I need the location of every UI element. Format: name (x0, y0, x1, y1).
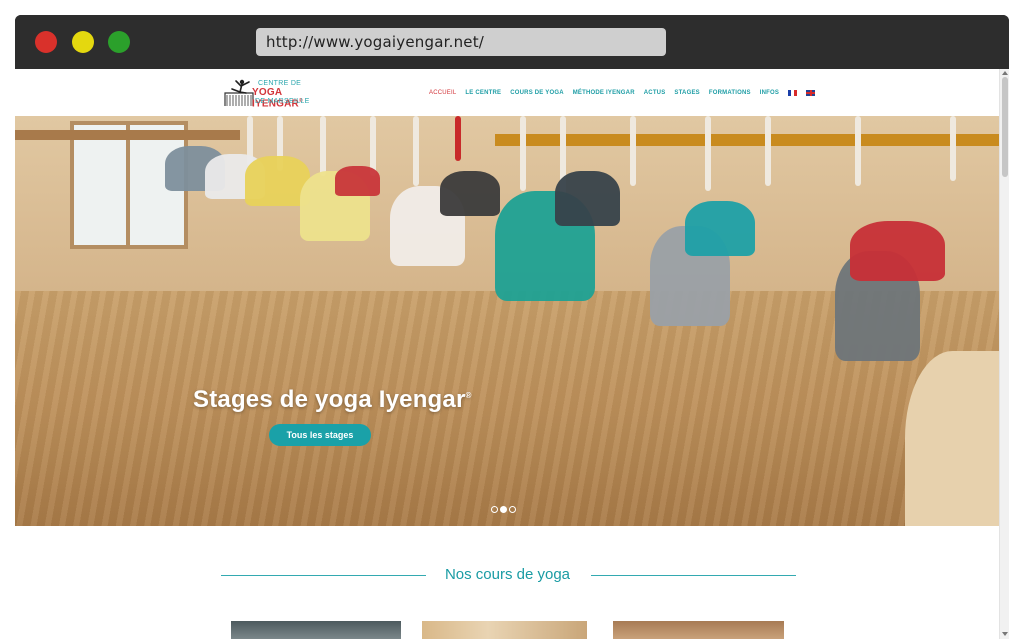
hero-image-rope (705, 116, 711, 191)
scrollbar-thumb[interactable] (1002, 77, 1008, 177)
browser-toolbar: http://www.yogaiyengar.net/ (15, 15, 1009, 69)
hero-image-person (440, 171, 500, 216)
site-header: CENTRE DE YOGA IYENGAR® DE MARSEILLE ACC… (15, 69, 1000, 116)
course-card-image-3[interactable] (613, 621, 784, 639)
site-logo[interactable]: CENTRE DE YOGA IYENGAR® DE MARSEILLE (222, 79, 332, 109)
minimize-window-button[interactable] (72, 31, 94, 53)
nav-item-le-centre[interactable]: LE CENTRE (465, 90, 501, 96)
section-title: Nos cours de yoga (444, 566, 571, 583)
logo-line-1: CENTRE DE (258, 80, 302, 87)
hero-image-person (555, 171, 620, 226)
page-scrollbar[interactable] (999, 69, 1009, 639)
hero-image-rope (320, 116, 326, 176)
nav-item-stages[interactable]: STAGES (674, 90, 699, 96)
hero-image-shelf (15, 130, 240, 140)
hero-image-rope (630, 116, 636, 186)
uk-flag-icon[interactable] (806, 90, 816, 96)
hero-image-rope (520, 116, 526, 191)
hero-image-rope (765, 116, 771, 186)
hero-image-rope (950, 116, 956, 181)
hero-image-person (335, 166, 380, 196)
nav-item-infos[interactable]: INFOS (760, 90, 779, 96)
nav-item-actus[interactable]: ACTUS (644, 90, 666, 96)
close-window-button[interactable] (35, 31, 57, 53)
main-nav: ACCUEIL LE CENTRE COURS DE YOGA MÉTHODE … (429, 87, 816, 99)
hero-image-wall-bar (495, 134, 1000, 146)
section-divider-right (591, 575, 796, 576)
maximize-window-button[interactable] (108, 31, 130, 53)
slider-dot-3[interactable] (509, 506, 516, 513)
fr-flag-icon[interactable] (788, 90, 798, 96)
scroll-up-icon[interactable] (1002, 71, 1008, 75)
hero-image-rope (455, 116, 461, 161)
yogi-logo-icon (224, 79, 254, 106)
hero-title: Stages de yoga Iyengar® (193, 386, 472, 413)
slider-dot-2[interactable] (500, 506, 507, 513)
course-card-image-2[interactable] (422, 621, 587, 639)
hero-image-person (850, 221, 945, 281)
address-bar[interactable]: http://www.yogaiyengar.net/ (256, 28, 666, 56)
nav-item-methode-iyengar[interactable]: MÉTHODE IYENGAR (573, 90, 635, 96)
nav-item-cours-de-yoga[interactable]: COURS DE YOGA (510, 90, 564, 96)
page-viewport: CENTRE DE YOGA IYENGAR® DE MARSEILLE ACC… (15, 69, 1009, 639)
address-bar-url: http://www.yogaiyengar.net/ (266, 33, 485, 51)
hero-slider: Stages de yoga Iyengar® Tous les stages (15, 116, 1000, 526)
slider-dot-1[interactable] (491, 506, 498, 513)
nav-item-accueil[interactable]: ACCUEIL (429, 90, 456, 96)
all-stages-button[interactable]: Tous les stages (269, 424, 371, 446)
slider-pagination (491, 506, 516, 513)
hero-image-person (685, 201, 755, 256)
hero-image-table (905, 351, 1000, 526)
browser-window: http://www.yogaiyengar.net/ CENTRE DE YO… (15, 15, 1009, 639)
logo-line-3: DE MARSEILLE (255, 98, 310, 105)
course-card-image-1[interactable] (231, 621, 401, 639)
hero-image-rope (413, 116, 419, 186)
hero-image-rope (855, 116, 861, 186)
nav-item-formations[interactable]: FORMATIONS (709, 90, 751, 96)
scroll-down-icon[interactable] (1002, 632, 1008, 636)
